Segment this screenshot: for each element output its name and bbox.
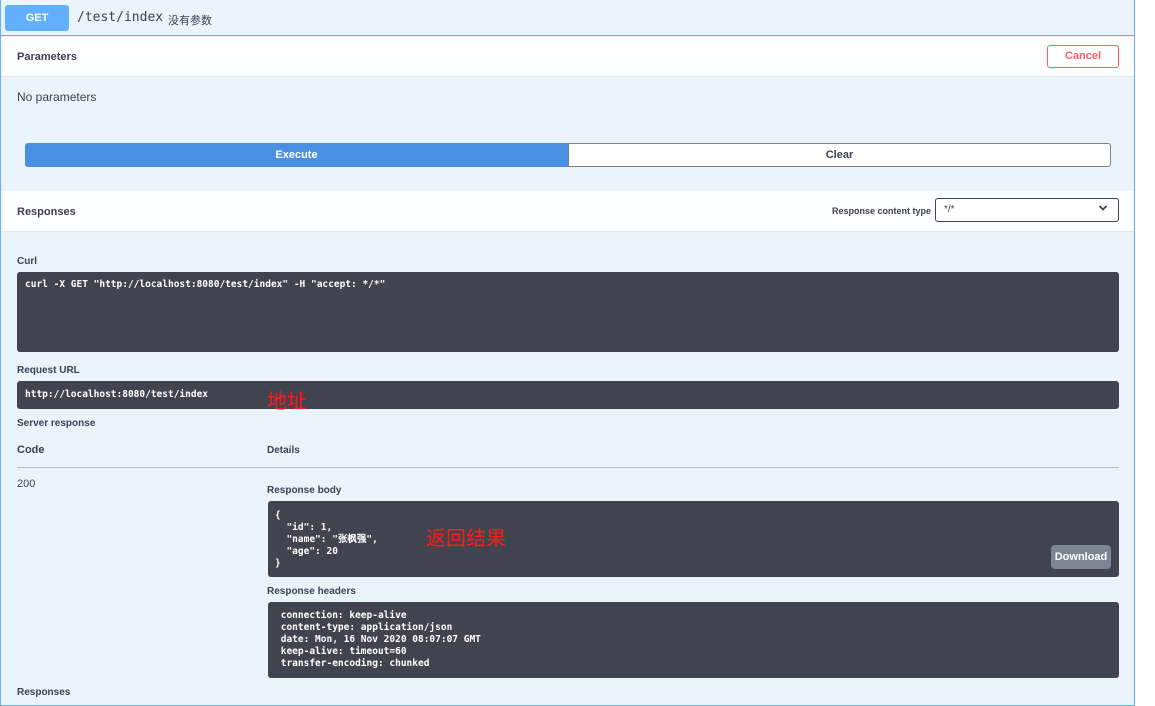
server-response-label: Server response: [17, 418, 96, 429]
response-body-annotation: 返回结果: [426, 526, 506, 550]
execute-wrapper: Execute Clear: [25, 143, 1111, 167]
response-content-type-value: */*: [944, 204, 955, 215]
details-column-header: Details: [267, 445, 300, 456]
no-parameters-text: No parameters: [17, 90, 97, 104]
response-headers-block[interactable]: connection: keep-alive content-type: app…: [268, 602, 1119, 678]
responses-title: Responses: [17, 206, 76, 218]
code-column-header: Code: [17, 444, 45, 456]
request-url-label: Request URL: [17, 365, 80, 376]
response-headers-label: Response headers: [267, 586, 356, 597]
chevron-down-icon: [1098, 203, 1108, 216]
request-url-annotation: 地址: [267, 389, 307, 413]
response-body-block[interactable]: { "id": 1, "name": "张枫强", "age": 20 }: [268, 501, 1119, 577]
operation-block: GET /test/index 没有参数 Parameters Cancel N…: [0, 0, 1135, 706]
cancel-button[interactable]: Cancel: [1047, 45, 1119, 68]
execute-button[interactable]: Execute: [25, 143, 568, 167]
request-url-block[interactable]: http://localhost:8080/test/index: [17, 381, 1119, 409]
response-code: 200: [17, 478, 36, 490]
responses-header: Responses Response content type */*: [1, 191, 1134, 232]
responses-footer-label: Responses: [17, 687, 71, 698]
parameters-title: Parameters: [17, 51, 77, 63]
endpoint-path: /test/index: [77, 10, 164, 25]
parameters-header: Parameters Cancel: [1, 37, 1134, 77]
operation-summary[interactable]: GET /test/index 没有参数: [1, 0, 1134, 36]
response-content-type-label: Response content type: [832, 206, 932, 216]
response-body-label: Response body: [267, 485, 342, 496]
response-content-type-select[interactable]: */*: [935, 198, 1119, 222]
curl-command-block[interactable]: curl -X GET "http://localhost:8080/test/…: [17, 272, 1119, 352]
curl-label: Curl: [17, 256, 37, 267]
download-button[interactable]: Download: [1051, 545, 1111, 569]
clear-button[interactable]: Clear: [568, 143, 1111, 167]
method-badge: GET: [5, 5, 69, 31]
endpoint-description: 没有参数: [168, 15, 212, 27]
table-divider: [17, 467, 1119, 468]
